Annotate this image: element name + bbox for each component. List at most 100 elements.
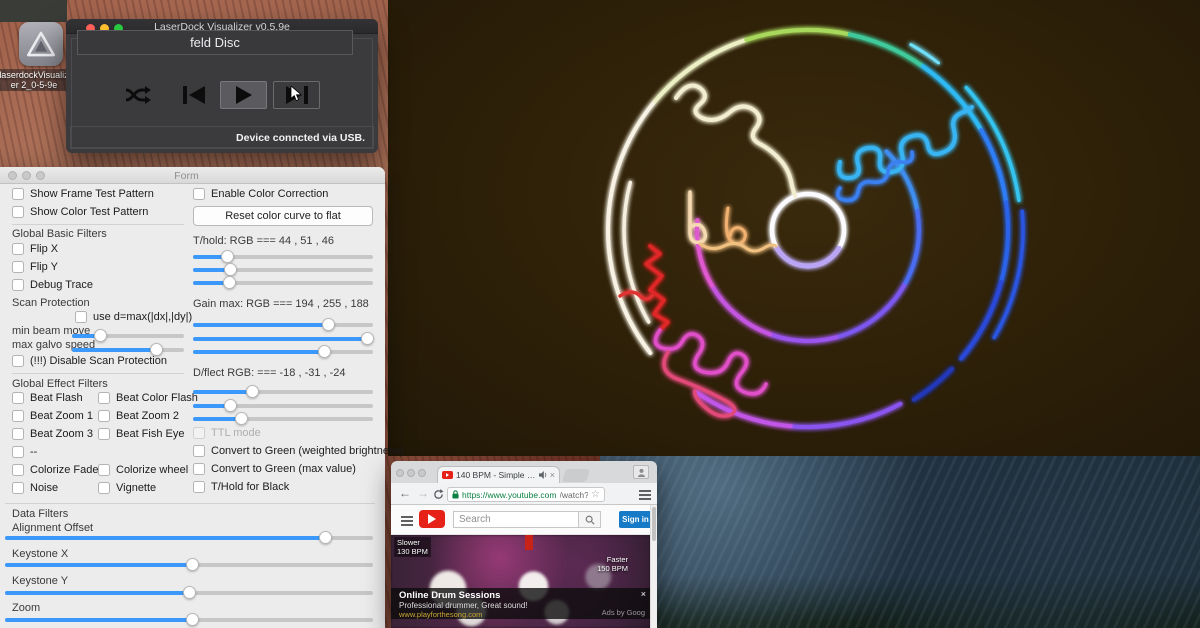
address-bar[interactable]: https://www.youtube.com /watch?v=... ☆ <box>447 487 605 502</box>
beat-fish-eye-checkbox[interactable] <box>98 428 110 440</box>
dflect-g-slider[interactable] <box>193 399 373 413</box>
convert-green-weighted-row[interactable]: Convert to Green (weighted brightness) <box>193 445 404 457</box>
convert-green-weighted-checkbox[interactable] <box>193 445 205 457</box>
slider-thumb[interactable] <box>221 250 234 263</box>
dash-effect-checkbox[interactable] <box>12 446 24 458</box>
play-button[interactable] <box>220 81 267 109</box>
youtube-search-button[interactable] <box>579 511 601 528</box>
gain-r-slider[interactable] <box>193 318 373 332</box>
alignment-offset-slider[interactable] <box>5 531 373 545</box>
debug-trace-checkbox[interactable] <box>12 279 24 291</box>
zoom-traffic-light[interactable] <box>418 469 426 477</box>
ad-close-icon[interactable]: × <box>641 589 646 599</box>
form-titlebar[interactable]: Form <box>0 167 385 184</box>
gain-g-slider[interactable] <box>193 332 373 346</box>
ttl-mode-row[interactable]: TTL mode <box>193 427 261 439</box>
next-button[interactable] <box>273 81 320 109</box>
youtube-guide-icon[interactable] <box>401 514 413 528</box>
enable-cc-checkbox[interactable] <box>193 188 205 200</box>
slider-thumb[interactable] <box>183 586 196 599</box>
browser-tab[interactable]: 140 BPM - Simple Stra × <box>437 466 560 483</box>
sign-in-button[interactable]: Sign in <box>619 511 652 528</box>
use-dmax-checkbox[interactable] <box>75 311 87 323</box>
track-name-field[interactable]: feld Disc <box>77 30 353 55</box>
dflect-r-slider[interactable] <box>193 385 373 399</box>
slider-thumb[interactable] <box>319 531 332 544</box>
debug-trace-row[interactable]: Debug Trace <box>12 279 93 291</box>
zoom-slider[interactable] <box>5 613 373 627</box>
beat-color-flash-row[interactable]: Beat Color Flash <box>98 392 198 404</box>
dflect-b-slider[interactable] <box>193 412 373 426</box>
dash-effect-row[interactable]: -- <box>12 446 37 458</box>
youtube-search-input[interactable] <box>453 511 579 528</box>
convert-green-max-row[interactable]: Convert to Green (max value) <box>193 463 356 475</box>
use-dmax-row[interactable]: use d=max(|dx|,|dy|) <box>75 311 192 323</box>
page-scrollbar[interactable] <box>650 505 657 628</box>
shuffle-button[interactable] <box>114 81 161 109</box>
slider-thumb[interactable] <box>246 385 259 398</box>
beat-zoom1-row[interactable]: Beat Zoom 1 <box>12 410 93 422</box>
scrollbar-thumb[interactable] <box>652 507 656 541</box>
profile-button[interactable] <box>633 465 649 479</box>
close-traffic-light[interactable] <box>396 469 404 477</box>
slider-thumb[interactable] <box>235 412 248 425</box>
convert-green-max-checkbox[interactable] <box>193 463 205 475</box>
keystone-y-slider[interactable] <box>5 586 373 600</box>
ad-overlay[interactable]: Online Drum Sessions Professional drumme… <box>391 588 650 619</box>
beat-zoom2-row[interactable]: Beat Zoom 2 <box>98 410 179 422</box>
slider-thumb[interactable] <box>186 558 199 571</box>
reset-color-curve-button[interactable]: Reset color curve to flat <box>193 206 373 226</box>
noise-row[interactable]: Noise <box>12 482 58 494</box>
slider-thumb[interactable] <box>361 332 374 345</box>
slider-thumb[interactable] <box>94 329 107 342</box>
vignette-checkbox[interactable] <box>98 482 110 494</box>
beat-zoom2-checkbox[interactable] <box>98 410 110 422</box>
colorize-fade-row[interactable]: Colorize Fade <box>12 464 98 476</box>
slider-thumb[interactable] <box>224 263 237 276</box>
tab-close-icon[interactable]: × <box>550 470 555 480</box>
forward-button[interactable]: → <box>417 486 429 500</box>
keystone-x-slider[interactable] <box>5 558 373 572</box>
slider-thumb[interactable] <box>223 276 236 289</box>
beat-zoom3-checkbox[interactable] <box>12 428 24 440</box>
beat-color-flash-checkbox[interactable] <box>98 392 110 404</box>
tab-audio-icon[interactable] <box>539 471 547 479</box>
ad-url[interactable]: www.playforthesong.com <box>399 610 482 619</box>
slider-thumb[interactable] <box>318 345 331 358</box>
ttl-mode-checkbox[interactable] <box>193 427 205 439</box>
thold-b-slider[interactable] <box>193 276 373 290</box>
show-frame-checkbox[interactable] <box>12 188 24 200</box>
beat-flash-checkbox[interactable] <box>12 392 24 404</box>
colorize-fade-checkbox[interactable] <box>12 464 24 476</box>
colorize-wheel-checkbox[interactable] <box>98 464 110 476</box>
thold-r-slider[interactable] <box>193 250 373 264</box>
beat-flash-row[interactable]: Beat Flash <box>12 392 83 404</box>
show-color-checkbox[interactable] <box>12 206 24 218</box>
previous-button[interactable] <box>170 81 217 109</box>
slider-thumb[interactable] <box>322 318 335 331</box>
ad-title[interactable]: Online Drum Sessions <box>399 590 500 601</box>
minimize-traffic-light[interactable] <box>407 469 415 477</box>
back-button[interactable]: ← <box>399 486 411 500</box>
flip-x-checkbox[interactable] <box>12 243 24 255</box>
reload-icon[interactable] <box>433 489 444 500</box>
youtube-logo[interactable] <box>419 510 445 528</box>
enable-color-correction-row[interactable]: Enable Color Correction <box>193 188 328 200</box>
slider-thumb[interactable] <box>186 613 199 626</box>
laserdock-app-icon[interactable] <box>19 22 63 66</box>
flip-y-row[interactable]: Flip Y <box>12 261 58 273</box>
colorize-wheel-row[interactable]: Colorize wheel <box>98 464 188 476</box>
thold-for-black-row[interactable]: T/Hold for Black <box>193 481 289 493</box>
thold-for-black-checkbox[interactable] <box>193 481 205 493</box>
show-frame-test-row[interactable]: Show Frame Test Pattern <box>12 188 154 200</box>
browser-menu-icon[interactable] <box>639 488 651 502</box>
video-player[interactable]: Slower 130 BPM Faster 150 BPM Online Dru… <box>391 535 650 628</box>
slider-thumb[interactable] <box>224 399 237 412</box>
gain-b-slider[interactable] <box>193 345 373 359</box>
vignette-row[interactable]: Vignette <box>98 482 156 494</box>
noise-checkbox[interactable] <box>12 482 24 494</box>
show-color-test-row[interactable]: Show Color Test Pattern <box>12 206 148 218</box>
flip-y-checkbox[interactable] <box>12 261 24 273</box>
disable-scan-row[interactable]: (!!!) Disable Scan Protection <box>12 355 167 367</box>
beat-fish-eye-row[interactable]: Beat Fish Eye <box>98 428 184 440</box>
